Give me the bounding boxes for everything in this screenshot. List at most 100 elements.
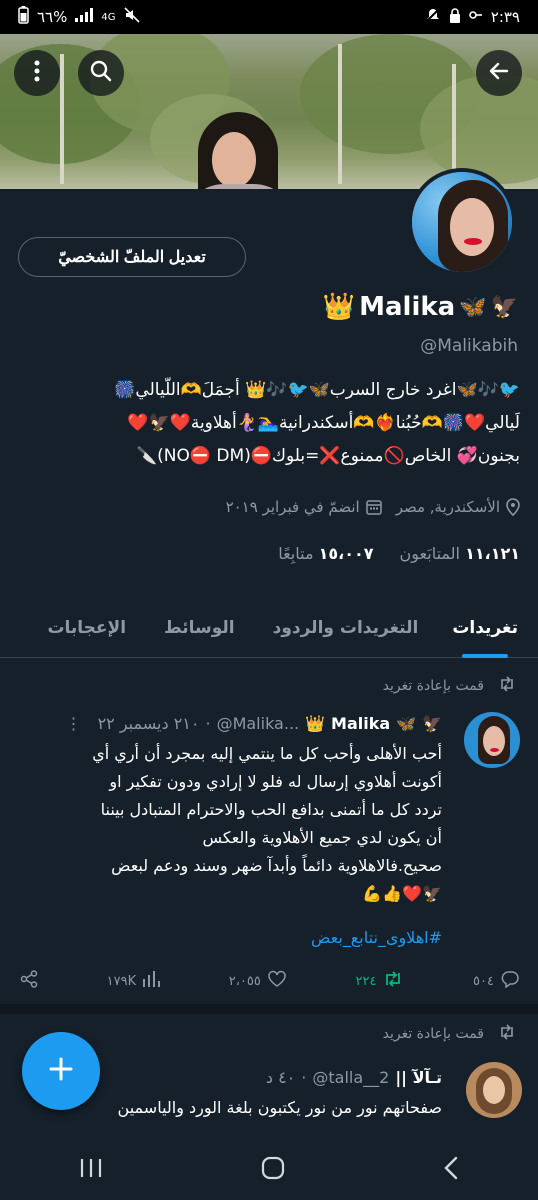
butterfly-emoji: 🦋 (459, 294, 487, 320)
arrow-back-icon (487, 59, 511, 87)
retweet-icon (382, 970, 404, 992)
bio-line: بجنون💞 الخاص🚫ممنوع❌=بلوك⛔(NO⛔ DM)🔪 (135, 446, 520, 466)
tweet-hashtag[interactable]: #اهلاوى_نتابع_بعض (12, 924, 442, 952)
like-button[interactable]: ٢،٠٥٥ (229, 970, 287, 992)
compose-tweet-button[interactable] (22, 1032, 100, 1110)
butterfly-emoji: 🦋 (396, 714, 417, 733)
profile-name: 👑 Malika 🦋 🦅 (323, 292, 518, 322)
profile-bio: 🐦🎶🦋اغرد خارج السرب🦋🐦🎶👑 أجمَلَ🫶اللّيالي🎆 … (15, 374, 520, 473)
retweet-count: ٢٢٤ (355, 973, 377, 989)
back-button[interactable] (476, 50, 522, 96)
followers-count: ١١،١٢١ (465, 544, 520, 563)
separator-dot: · (301, 1068, 307, 1087)
tab-likes[interactable]: الإعجابات (35, 598, 138, 658)
retweet-indicator: قمت بإعادة تغريد (383, 676, 516, 696)
tweet-time: ٤٠ د (265, 1068, 296, 1087)
tab-label: الوسائط (164, 618, 235, 638)
eagle-emoji: 🦅 (422, 714, 442, 733)
tweet-author-name: || تـآلآ (395, 1068, 442, 1087)
retweet-icon (498, 676, 516, 696)
retweet-button[interactable]: ٢٢٤ (355, 970, 404, 992)
edit-profile-button[interactable]: تعديل الملفّ الشخصيّ (18, 237, 246, 277)
followers-link[interactable]: ١١،١٢١ المتابَعون (400, 544, 520, 563)
lock-icon (449, 7, 461, 27)
profile-avatar[interactable] (408, 168, 516, 276)
views-button[interactable]: ١٧٩K (106, 970, 161, 992)
home-button[interactable] (261, 1156, 285, 1184)
separator-dot: · (205, 714, 211, 733)
search-button[interactable] (78, 50, 124, 96)
tweet-author-name: Malika (331, 714, 391, 733)
tab-label: تغريدات (452, 618, 518, 638)
mute-icon (123, 7, 140, 27)
search-icon (90, 60, 112, 86)
tweet-more-icon[interactable]: ⋮ (66, 714, 82, 733)
retweet-indicator: قمت بإعادة تغريد (383, 1024, 516, 1044)
follow-stats: ١١،١٢١ المتابَعون ١٥،٠٠٧ متابِعًا (278, 544, 520, 563)
views-count: ١٧٩K (106, 973, 137, 989)
back-nav-button[interactable] (443, 1156, 459, 1184)
tab-label: التغريدات والردود (272, 618, 419, 638)
battery-percent: ٦٦% (37, 8, 68, 26)
vpn-key-icon (468, 8, 483, 26)
tweet-author-avatar[interactable] (464, 712, 520, 768)
joined-text: انضمّ في فبراير ٢٠١٩ (225, 498, 360, 516)
tweet-line: أحب الأهلى وأحب كل ما ينتمي إليه بمجرد أ… (92, 744, 442, 763)
reply-icon (500, 970, 520, 992)
tweet-line: صحيح.فالاهلاوية دائماً وأبدآ ضهر وسند ود… (111, 856, 442, 875)
heart-icon (267, 970, 287, 992)
bio-line: 🐦🎶🦋اغرد خارج السرب🦋🐦🎶👑 أجمَلَ🫶اللّيالي🎆 (114, 380, 520, 400)
location-text: الأسكندرية, مصر (395, 498, 500, 516)
following-link[interactable]: ١٥،٠٠٧ متابِعًا (278, 544, 373, 563)
display-name: Malika (359, 292, 456, 322)
followers-label: المتابَعون (399, 544, 460, 563)
crown-emoji: 👑 (305, 714, 326, 733)
more-vertical-icon (34, 60, 40, 86)
tab-label: الإعجابات (47, 618, 127, 638)
tweet-line: تردد كل ما أتمنى بدافع الحب والاحترام ال… (100, 800, 442, 819)
tweet-handle: @talla__2 (312, 1068, 390, 1087)
plus-icon (48, 1056, 74, 1086)
retweet-label: قمت بإعادة تغريد (382, 678, 484, 694)
battery-icon (18, 6, 29, 28)
tab-tweets-replies[interactable]: التغريدات والردود (261, 598, 431, 658)
tab-tweets[interactable]: تغريدات (440, 598, 530, 658)
retweet-icon (498, 1024, 516, 1044)
clock-time: ٢:٣٩ (490, 8, 520, 26)
tweet-time: ٢١٠ ديسمبر ٢٢ (97, 714, 200, 733)
following-label: متابِعًا (278, 544, 314, 563)
more-options-button[interactable] (14, 50, 60, 96)
reply-count: ٥٠٤ (473, 973, 494, 989)
status-left: ٦٦% 4G (18, 6, 140, 28)
recent-apps-button[interactable] (79, 1157, 103, 1183)
profile-handle: @Malikabih (420, 336, 518, 356)
tweet-header: ⋮ ٢١٠ ديسمبر ٢٢ · @Malika... 👑 Malika 🦋 … (66, 714, 442, 733)
views-icon (142, 971, 161, 991)
following-count: ١٥،٠٠٧ (318, 544, 374, 563)
network-type: 4G (101, 11, 116, 23)
status-right: ٢:٣٩ (425, 7, 520, 27)
share-button[interactable] (20, 970, 38, 992)
joined-item: انضمّ في فبراير ٢٠١٩ (226, 498, 382, 516)
tweet-line: أن يكون لدي جميع الأهلاوية والعكس (202, 828, 442, 847)
share-icon (20, 970, 38, 992)
location-item: الأسكندرية, مصر (396, 498, 520, 516)
profile-meta: الأسكندرية, مصر انضمّ في فبراير ٢٠١٩ (226, 498, 520, 516)
tweet-header: ٤٠ د · @talla__2 || تـآلآ (266, 1068, 442, 1087)
tweet-divider (0, 1004, 538, 1014)
calendar-icon (365, 499, 382, 515)
tweet-line: 🦅❤️👍💪 (362, 884, 442, 903)
signal-icon (75, 8, 94, 26)
reply-button[interactable]: ٥٠٤ (473, 970, 520, 992)
tweet-actions: ٥٠٤ ٢٢٤ ٢،٠٥٥ ١٧٩K (20, 970, 520, 992)
location-pin-icon (506, 498, 520, 516)
eagle-emoji: 🦅 (490, 294, 518, 320)
tweet-author-avatar[interactable] (466, 1062, 522, 1118)
retweet-label: قمت بإعادة تغريد (382, 1026, 484, 1042)
profile-tabs: تغريدات التغريدات والردود الوسائط الإعجا… (0, 598, 538, 658)
like-count: ٢،٠٥٥ (228, 973, 261, 989)
notification-off-icon (425, 7, 441, 27)
tab-media[interactable]: الوسائط (152, 598, 247, 658)
status-bar: ٦٦% 4G ٢:٣٩ (0, 0, 538, 34)
tweet-line: أكونت أهلاوي إرسال له فلو لا إرادي ودون … (109, 772, 442, 791)
